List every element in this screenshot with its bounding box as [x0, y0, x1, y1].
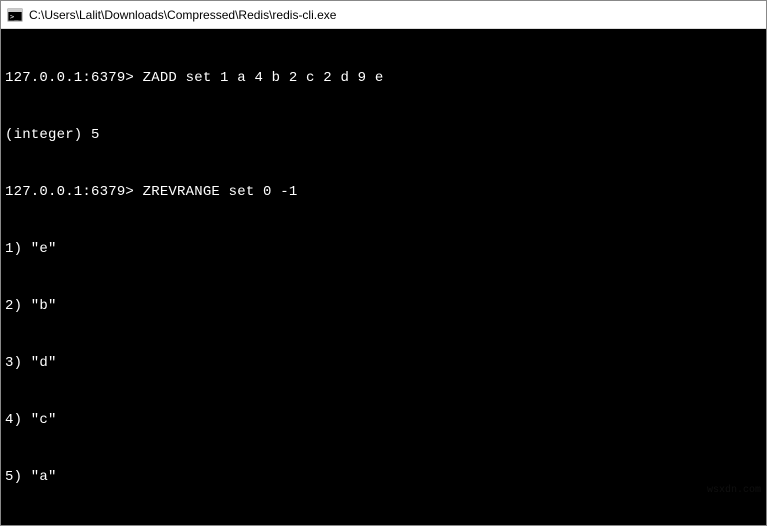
terminal-line: 127.0.0.1:6379> ZADD set 1 a 4 b 2 c 2 d…	[5, 69, 762, 88]
terminal-line: 5) "a"	[5, 468, 762, 487]
console-icon: >_	[7, 7, 23, 23]
terminal-line: (integer) 5	[5, 126, 762, 145]
terminal-output[interactable]: 127.0.0.1:6379> ZADD set 1 a 4 b 2 c 2 d…	[1, 29, 766, 525]
window-title-bar[interactable]: >_ C:\Users\Lalit\Downloads\Compressed\R…	[1, 1, 766, 29]
terminal-line: 4) "c"	[5, 411, 762, 430]
terminal-line: 1) "e"	[5, 240, 762, 259]
terminal-line: 127.0.0.1:6379> ZREVRANGE set 0 -1	[5, 183, 762, 202]
svg-text:>_: >_	[10, 13, 19, 21]
window-title: C:\Users\Lalit\Downloads\Compressed\Redi…	[29, 8, 336, 22]
terminal-line: 3) "d"	[5, 354, 762, 373]
terminal-line: 2) "b"	[5, 297, 762, 316]
